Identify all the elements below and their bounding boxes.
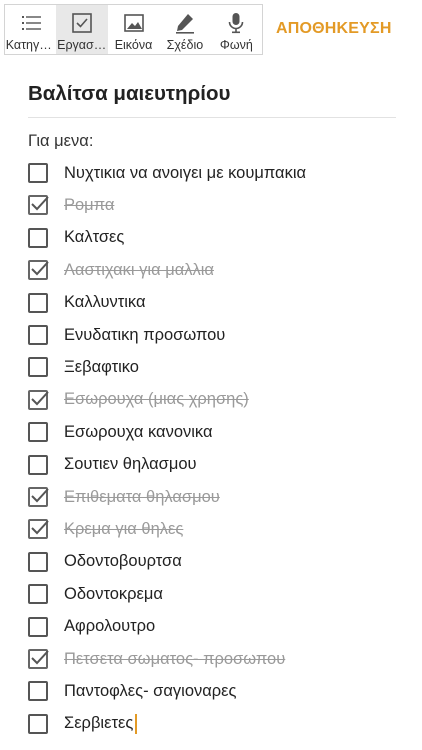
checklist-item: Κρεμα για θηλες — [0, 513, 422, 545]
text-cursor — [135, 713, 137, 734]
checked-checkbox[interactable] — [28, 649, 49, 669]
checklist-item-text[interactable]: Αφρολουτρο — [64, 617, 155, 636]
unchecked-checkbox[interactable] — [28, 325, 48, 345]
checklist-item-text[interactable]: Οδοντοβουρτσα — [64, 552, 182, 571]
checked-checkbox[interactable] — [28, 389, 49, 410]
checklist-item: Ξεβαφτικο — [0, 351, 422, 383]
checklist-item-text[interactable]: Ενυδατικη προσωπου — [64, 326, 225, 345]
checklist-item-text[interactable]: Λαστιχακι για μαλλια — [64, 261, 214, 280]
checklist-item: Αφρολουτρο — [0, 611, 422, 643]
checklist-item: Οδοντοβουρτσα — [0, 546, 422, 578]
checklist-item-text[interactable]: Πετσετα σωματος- προσωπου — [64, 650, 285, 669]
checkbox-icon — [70, 11, 94, 35]
checklist-item-text[interactable]: Ρομπα — [64, 196, 114, 215]
tool-drawing-label: Σχέδιο — [166, 38, 204, 52]
checked-checkbox[interactable] — [28, 487, 49, 507]
tool-voice-label: Φωνή — [219, 38, 253, 52]
checklist-item: Εσωρουχα κανονικα — [0, 416, 422, 448]
pen-icon — [173, 11, 197, 35]
checklist-item-text[interactable]: Παντοφλες- σαγιοναρες — [64, 682, 237, 701]
checked-checkbox[interactable] — [28, 260, 49, 281]
unchecked-checkbox[interactable] — [28, 422, 48, 443]
unchecked-checkbox[interactable] — [28, 616, 48, 637]
checklist-item: Ενυδατικη προσωπου — [0, 319, 422, 351]
tool-tasks-label: Εργασίες — [57, 38, 108, 52]
checklist-item: Λαστιχακι για μαλλια — [0, 254, 422, 286]
checklist-item-text[interactable]: Εσωρουχα (μιας χρησης) — [64, 390, 249, 409]
note-toolbar: Κατηγορία Εργασίες Εικόνα — [0, 0, 422, 60]
tool-category[interactable]: Κατηγορία — [5, 5, 56, 54]
checklist-item-text[interactable]: Νυχτικια να ανοιγει με κουμπακια — [64, 164, 306, 183]
checklist-item-text[interactable]: Επιθεματα θηλασμου — [64, 488, 220, 507]
microphone-icon — [224, 11, 248, 35]
unchecked-checkbox[interactable] — [28, 454, 48, 475]
checklist-item-text[interactable]: Σερβιετες — [64, 714, 133, 733]
unchecked-checkbox[interactable] — [28, 357, 48, 378]
checklist-item: Καλλυντικα — [0, 287, 422, 319]
checklist-item: Παντοφλες- σαγιοναρες — [0, 675, 422, 707]
save-button[interactable]: ΑΠΟΘΗΚΕΥΣΗ — [276, 17, 398, 41]
unchecked-checkbox[interactable] — [28, 163, 48, 183]
checklist-item: Ρομπα — [0, 189, 422, 221]
unchecked-checkbox[interactable] — [28, 292, 48, 313]
checked-checkbox[interactable] — [28, 519, 49, 540]
tool-category-label: Κατηγορία — [5, 38, 56, 52]
section-label[interactable]: Για μενα: — [28, 132, 93, 151]
tool-tasks[interactable]: Εργασίες — [56, 5, 108, 54]
checklist-item-text[interactable]: Εσωρουχα κανονικα — [64, 423, 213, 442]
tool-voice[interactable]: Φωνή — [211, 5, 262, 54]
checklist-item-text[interactable]: Καλλυντικα — [64, 293, 146, 312]
checklist-item: Επιθεματα θηλασμου — [0, 481, 422, 513]
checked-checkbox[interactable] — [28, 195, 49, 216]
checklist-item-text[interactable]: Καλτσες — [64, 228, 124, 247]
title-divider — [28, 117, 396, 118]
unchecked-checkbox[interactable] — [28, 681, 48, 702]
tool-drawing[interactable]: Σχέδιο — [159, 5, 210, 54]
tool-image[interactable]: Εικόνα — [108, 5, 159, 54]
checklist-item: Σουτιεν θηλασμου — [0, 449, 422, 481]
unchecked-checkbox[interactable] — [28, 713, 48, 734]
unchecked-checkbox[interactable] — [28, 551, 48, 572]
checklist-item-text[interactable]: Κρεμα για θηλες — [64, 520, 183, 539]
unchecked-checkbox[interactable] — [28, 584, 48, 605]
checklist-item-text[interactable]: Σουτιεν θηλασμου — [64, 455, 197, 474]
tool-image-label: Εικόνα — [114, 38, 153, 52]
checklist-item: Σερβιετες — [0, 708, 422, 740]
checklist-item: Νυχτικια να ανοιγει με κουμπακια — [0, 157, 422, 189]
list-icon — [19, 11, 43, 35]
checklist-item: Εσωρουχα (μιας χρησης) — [0, 384, 422, 416]
checklist-item-text[interactable]: Οδοντοκρεμα — [64, 585, 163, 604]
unchecked-checkbox[interactable] — [28, 227, 48, 248]
checklist-item: Οδοντοκρεμα — [0, 578, 422, 610]
note-title[interactable]: Βαλίτσα μαιευτηρίου — [28, 82, 230, 106]
tool-group: Κατηγορία Εργασίες Εικόνα — [4, 4, 263, 55]
checklist-item: Πετσετα σωματος- προσωπου — [0, 643, 422, 675]
checklist-item: Καλτσες — [0, 222, 422, 254]
checklist-item-text[interactable]: Ξεβαφτικο — [64, 358, 139, 377]
image-icon — [122, 11, 146, 35]
